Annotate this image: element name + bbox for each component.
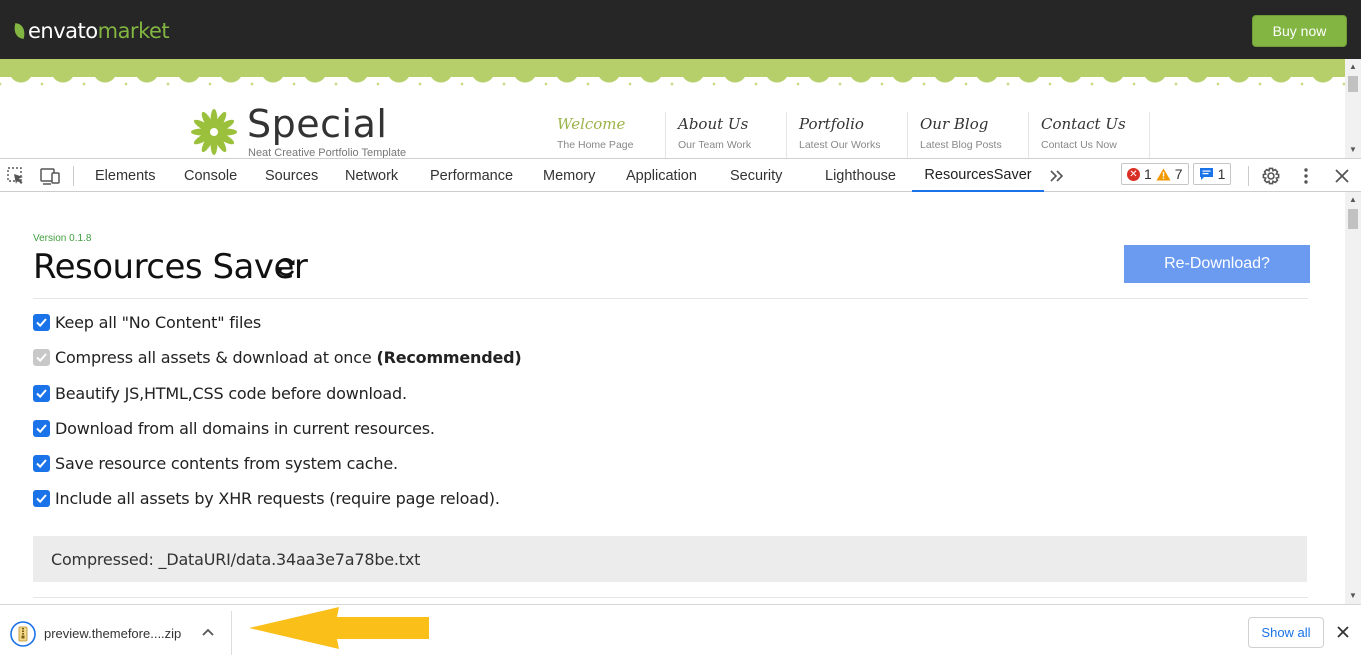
nav-subtitle: Our Team Work (678, 139, 752, 151)
nav-subtitle: Latest Our Works (799, 139, 881, 151)
option-beautify[interactable]: Beautify JS,HTML,CSS code before downloa… (33, 384, 407, 403)
nav-item-portfolio[interactable]: Portfolio Latest Our Works (787, 112, 908, 158)
scroll-down-icon[interactable]: ▼ (1349, 145, 1357, 154)
devtools-toolbar: Elements Console Sources Network Perform… (0, 158, 1361, 192)
site-tagline: Neat Creative Portfolio Template (248, 147, 407, 158)
scroll-up-icon[interactable]: ▲ (1349, 195, 1357, 204)
option-label: Download from all domains in current res… (55, 419, 435, 438)
option-label: Include all assets by XHR requests (requ… (55, 489, 500, 508)
checkbox[interactable] (33, 385, 50, 402)
buy-now-button[interactable]: Buy now (1252, 15, 1347, 47)
logo-text: envato (28, 19, 98, 43)
download-file-name[interactable]: preview.themefore....zip (44, 626, 181, 641)
inspect-element-icon[interactable] (5, 165, 27, 187)
checkbox[interactable] (33, 490, 50, 507)
zip-file-icon[interactable] (10, 621, 36, 647)
tab-network[interactable]: Network (345, 159, 398, 192)
checkbox[interactable] (33, 420, 50, 437)
more-vertical-icon[interactable] (1295, 165, 1317, 187)
close-icon[interactable] (1336, 625, 1350, 639)
error-icon: ✕ (1127, 167, 1140, 181)
tab-sources[interactable]: Sources (265, 159, 318, 192)
recommended-label: (Recommended) (376, 348, 522, 367)
message-count: 1 (1217, 166, 1226, 182)
logo-market-text: market (97, 19, 170, 43)
chevron-up-icon[interactable] (199, 624, 217, 642)
divider (1248, 166, 1249, 186)
gear-icon[interactable] (1260, 165, 1282, 187)
nav-title: Our Blog (920, 115, 989, 133)
divider (33, 298, 1308, 299)
option-keep-no-content[interactable]: Keep all "No Content" files (33, 313, 261, 332)
nav-subtitle: The Home Page (557, 139, 634, 151)
nav-title: About Us (678, 115, 749, 133)
panel-scrollbar[interactable]: ▲ ▼ (1345, 192, 1361, 604)
option-label: Compress all assets & download at once (55, 348, 372, 367)
tab-console[interactable]: Console (184, 159, 237, 192)
refresh-icon[interactable] (274, 255, 298, 279)
checkbox[interactable] (33, 314, 50, 331)
nav-title: Welcome (557, 115, 626, 133)
issue-counters[interactable]: ✕ 1 7 1 (1121, 163, 1232, 188)
option-xhr-requests[interactable]: Include all assets by XHR requests (requ… (33, 489, 500, 508)
scroll-thumb[interactable] (1348, 209, 1358, 229)
option-label: Keep all "No Content" files (55, 313, 261, 332)
warning-icon (1156, 168, 1171, 180)
tab-application[interactable]: Application (626, 159, 697, 192)
flower-logo-icon (191, 109, 237, 155)
chevron-double-right-icon[interactable] (1046, 165, 1068, 187)
nav-title: Contact Us (1041, 115, 1126, 133)
close-icon[interactable] (1331, 165, 1353, 187)
download-shelf: preview.themefore....zip Show all (0, 604, 1361, 663)
nav-item-about[interactable]: About Us Our Team Work (666, 112, 787, 158)
resources-saver-panel: Version 0.1.8 Resources Saver Re-Downloa… (0, 192, 1345, 604)
scallop-dots (0, 81, 1345, 87)
tab-security[interactable]: Security (730, 159, 782, 192)
option-all-domains[interactable]: Download from all domains in current res… (33, 419, 435, 438)
error-warning-counter[interactable]: ✕ 1 7 (1121, 163, 1189, 185)
checkbox-disabled (33, 349, 50, 366)
re-download-button[interactable]: Re-Download? (1124, 245, 1310, 283)
divider (33, 597, 1308, 598)
site-nav: Welcome The Home Page About Us Our Team … (545, 112, 1150, 158)
option-label: Beautify JS,HTML,CSS code before downloa… (55, 384, 407, 403)
message-icon (1199, 168, 1213, 180)
option-compress-assets: Compress all assets & download at once (R… (33, 348, 522, 367)
warning-count: 7 (1174, 166, 1183, 182)
divider (231, 611, 232, 655)
arrow-annotation-icon (249, 607, 429, 649)
tab-lighthouse[interactable]: Lighthouse (825, 159, 896, 192)
nav-item-contact[interactable]: Contact Us Contact Us Now (1029, 112, 1150, 158)
device-toggle-icon[interactable] (39, 165, 61, 187)
envato-logo[interactable]: envato market (12, 19, 170, 43)
scroll-thumb[interactable] (1348, 76, 1358, 92)
tab-performance[interactable]: Performance (430, 159, 513, 192)
nav-title: Portfolio (799, 115, 864, 133)
tab-memory[interactable]: Memory (543, 159, 595, 192)
scroll-up-icon[interactable]: ▲ (1349, 62, 1357, 71)
nav-item-blog[interactable]: Our Blog Latest Blog Posts (908, 112, 1029, 158)
message-counter[interactable]: 1 (1192, 163, 1232, 185)
tab-resourcessaver[interactable]: ResourcesSaver (912, 159, 1044, 192)
page-scrollbar[interactable]: ▲ ▼ (1345, 59, 1361, 158)
option-system-cache[interactable]: Save resource contents from system cache… (33, 454, 398, 473)
scroll-down-icon[interactable]: ▼ (1349, 591, 1357, 600)
nav-subtitle: Contact Us Now (1041, 139, 1117, 151)
envato-header: envato market Buy now (0, 0, 1361, 59)
tab-elements[interactable]: Elements (95, 159, 155, 192)
show-all-button[interactable]: Show all (1248, 617, 1324, 648)
checkbox[interactable] (33, 455, 50, 472)
nav-item-welcome[interactable]: Welcome The Home Page (545, 112, 666, 158)
error-count: 1 (1144, 166, 1152, 182)
option-label: Save resource contents from system cache… (55, 454, 398, 473)
version-label: Version 0.1.8 (33, 233, 92, 244)
preview-page: Special Neat Creative Portfolio Template… (0, 59, 1345, 158)
site-brand[interactable]: Special (247, 102, 387, 146)
compressed-status: Compressed: _DataURI/data.34aa3e7a78be.t… (33, 536, 1307, 582)
nav-subtitle: Latest Blog Posts (920, 139, 1002, 151)
divider (73, 166, 74, 186)
leaf-icon (12, 23, 27, 39)
panel-title: Resources Saver (33, 247, 308, 287)
